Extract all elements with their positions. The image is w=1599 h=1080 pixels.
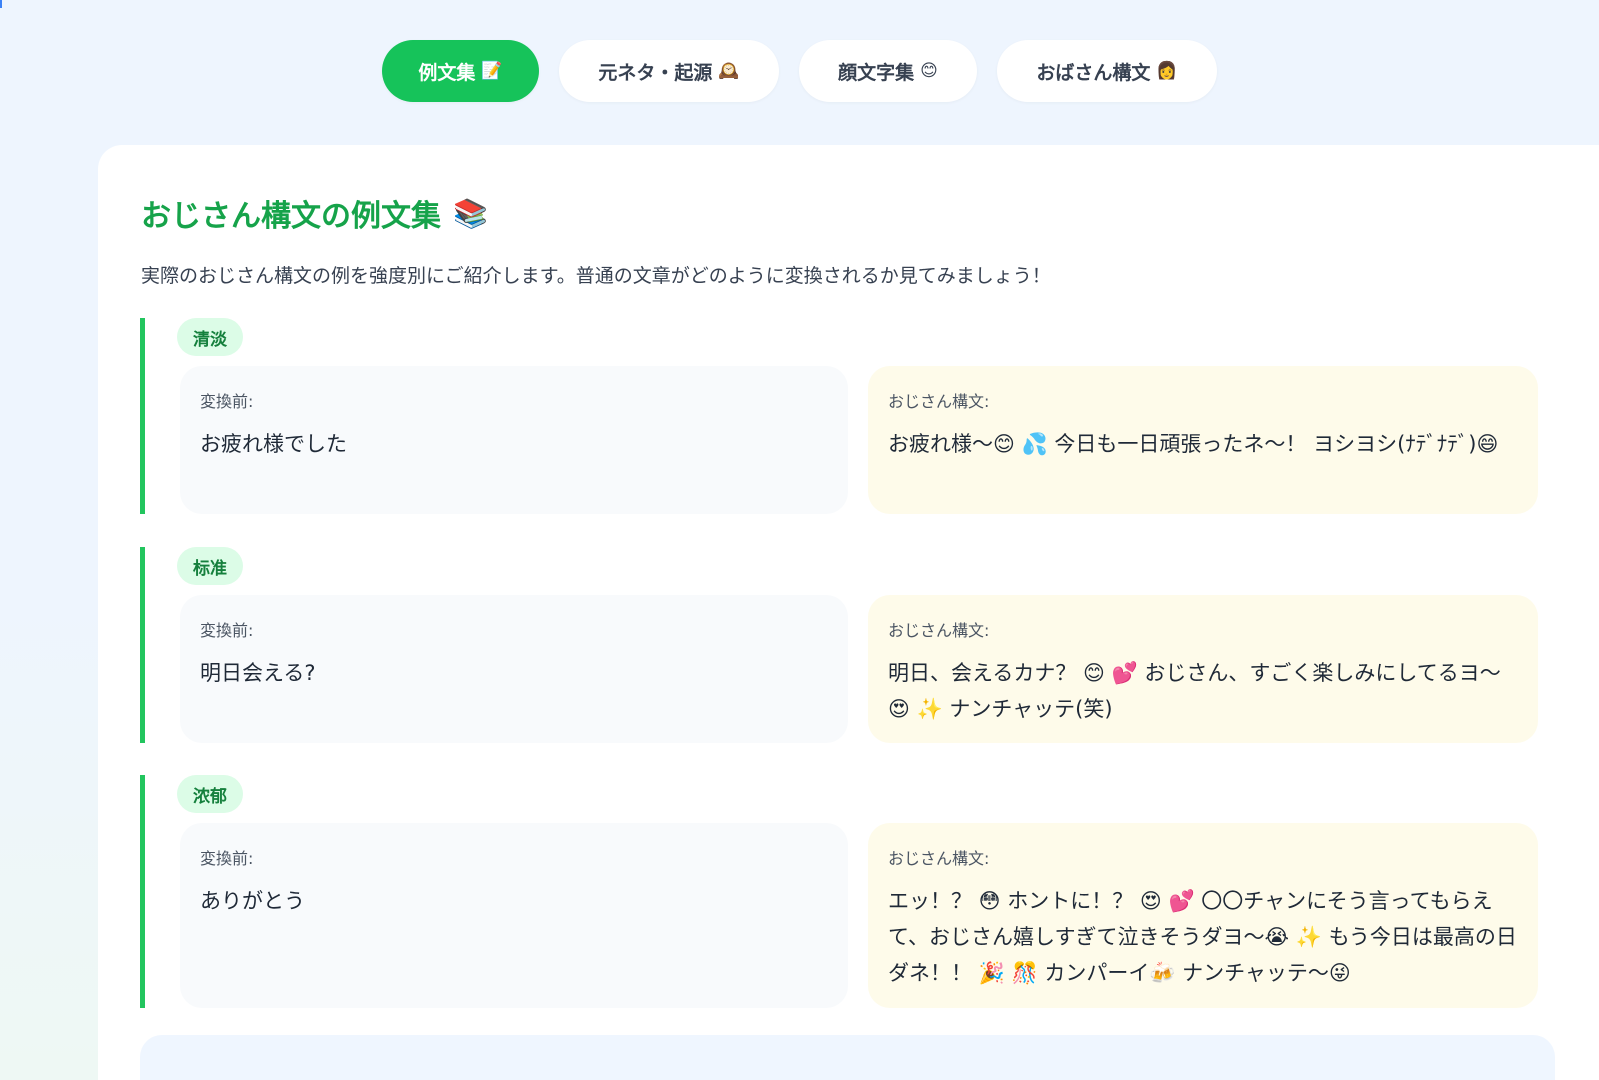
after-box: おじさん構文: お疲れ様〜😊 💦 今日も一日頑張ったネ〜！ ヨシヨシ(ﾅﾃﾞﾅﾃ… (868, 366, 1538, 514)
tab-bar: 例文集 📝 元ネタ・起源 🕰️ 顔文字集 😊 おばさん構文 👩 (0, 40, 1599, 102)
top-accent-bar (0, 0, 2, 8)
tab-label: 元ネタ・起源 (598, 61, 713, 84)
before-box: 変換前: ありがとう (180, 823, 848, 1008)
before-label: 変換前: (200, 849, 254, 868)
memo-icon: 📝 (481, 61, 503, 81)
section-title-text: おじさん構文の例文集 (141, 199, 441, 234)
example-item: 标准 変換前: 明日会える? おじさん構文: 明日、会えるカナ？ 😊 💕 おじさ… (140, 547, 1555, 743)
page: 例文集 📝 元ネタ・起源 🕰️ 顔文字集 😊 おばさん構文 👩 おじさん構文の例… (0, 0, 1599, 1080)
after-box: おじさん構文: エッ！？ 😳 ホントに！？ 😍 💕 〇〇チャンにそう言ってもらえ… (868, 823, 1538, 1008)
before-box: 変換前: お疲れ様でした (180, 366, 848, 514)
woman-icon: 👩 (1156, 61, 1178, 81)
section-intro: 実際のおじさん構文の例を強度別にご紹介します。普通の文章がどのように変換されるか… (141, 265, 1051, 287)
tab-obasan[interactable]: おばさん構文 👩 (997, 40, 1217, 102)
level-badge: 标准 (177, 547, 243, 585)
after-text: お疲れ様〜😊 💦 今日も一日頑張ったネ〜！ ヨシヨシ(ﾅﾃﾞﾅﾃﾞ)😄 (888, 432, 1499, 456)
examples-card: おじさん構文の例文集 📚 実際のおじさん構文の例を強度別にご紹介します。普通の文… (98, 145, 1599, 1080)
tab-examples[interactable]: 例文集 📝 (382, 40, 539, 102)
after-box: おじさん構文: 明日、会えるカナ？ 😊 💕 おじさん、すごく楽しみにしてるヨ〜😍… (868, 595, 1538, 743)
next-section-panel (140, 1035, 1555, 1080)
before-box: 変換前: 明日会える? (180, 595, 848, 743)
tab-kaomoji[interactable]: 顔文字集 😊 (799, 40, 977, 102)
after-label: おじさん構文: (888, 392, 990, 411)
tab-label: 例文集 (418, 61, 476, 84)
after-label: おじさん構文: (888, 621, 990, 640)
tab-label: おばさん構文 (1036, 61, 1151, 84)
after-text: エッ！？ 😳 ホントに！？ 😍 💕 〇〇チャンにそう言ってもらえて、おじさん嬉し… (888, 889, 1517, 985)
after-text: 明日、会えるカナ？ 😊 💕 おじさん、すごく楽しみにしてるヨ〜😍 ✨ ナンチャッ… (888, 661, 1501, 721)
before-text: 明日会える? (200, 661, 316, 685)
clock-icon: 🕰️ (718, 61, 740, 81)
level-badge: 浓郁 (177, 775, 243, 813)
example-item: 浓郁 変換前: ありがとう おじさん構文: エッ！？ 😳 ホントに！？ 😍 💕 … (140, 775, 1555, 1008)
before-text: ありがとう (200, 889, 305, 913)
after-label: おじさん構文: (888, 849, 990, 868)
level-badge: 清淡 (177, 318, 243, 356)
before-text: お疲れ様でした (200, 432, 347, 456)
example-item: 清淡 変換前: お疲れ様でした おじさん構文: お疲れ様〜😊 💦 今日も一日頑張… (140, 318, 1555, 514)
tab-label: 顔文字集 (838, 61, 915, 84)
before-label: 変換前: (200, 392, 254, 411)
books-icon: 📚 (453, 196, 488, 230)
smile-icon: 😊 (920, 61, 938, 81)
section-title: おじさん構文の例文集 📚 (141, 191, 488, 235)
tab-origin[interactable]: 元ネタ・起源 🕰️ (559, 40, 779, 102)
before-label: 変換前: (200, 621, 254, 640)
